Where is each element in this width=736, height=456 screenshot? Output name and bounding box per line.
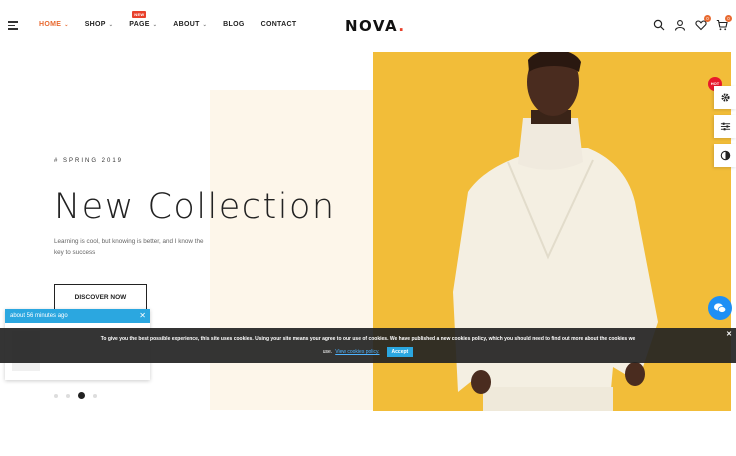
filter-button[interactable]: [714, 115, 736, 138]
nav-shop[interactable]: SHOP ⌄: [85, 21, 114, 28]
gear-icon: [720, 93, 730, 102]
chevron-down-icon: ⌄: [202, 21, 208, 28]
notification-time: about 56 minutes ago: [10, 313, 68, 319]
sliders-icon: [720, 122, 730, 131]
slider-dot[interactable]: [93, 393, 97, 398]
hero-description: Learning is cool, but knowing is better,…: [54, 238, 204, 256]
slider-pagination: [54, 392, 97, 399]
cookie-use-text: use.: [322, 349, 333, 355]
slider-dot-active[interactable]: [78, 392, 85, 399]
contrast-icon: [720, 150, 730, 161]
settings-button[interactable]: [714, 86, 736, 109]
chevron-down-icon: ⌄: [108, 21, 114, 28]
chat-icon: [714, 303, 727, 313]
nav-contact[interactable]: CONTACT: [261, 21, 297, 28]
chevron-down-icon: ⌄: [64, 21, 69, 28]
site-header: HOME ⌄ SHOP ⌄ NEW PAGE ⌄ ABOUT ⌄ BLOG CONTAC…: [0, 0, 736, 50]
wishlist-count: 0: [704, 15, 711, 22]
cart-icon[interactable]: 0: [716, 15, 732, 31]
slider-dot[interactable]: [66, 393, 70, 398]
menu-icon[interactable]: [8, 21, 18, 30]
contrast-button[interactable]: [714, 144, 736, 167]
slider-dot[interactable]: [54, 393, 58, 398]
cookie-message: To give you the best possible experience…: [100, 336, 636, 342]
cookie-actions: use. View cookies policy. Accept: [0, 347, 736, 357]
side-toolbar: [714, 86, 736, 173]
nav-home[interactable]: HOME ⌄: [39, 21, 69, 28]
site-logo[interactable]: NOVA.: [345, 17, 406, 35]
new-badge: NEW: [132, 11, 147, 18]
notification-header: about 56 minutes ago ✕: [5, 309, 150, 323]
nav-blog[interactable]: BLOG: [223, 21, 244, 28]
chat-button[interactable]: [708, 296, 732, 320]
nav-about[interactable]: ABOUT ⌄: [173, 21, 207, 28]
cookie-policy-link[interactable]: View cookies policy.: [335, 349, 379, 355]
hero-headline: New Collection: [54, 187, 336, 227]
close-icon[interactable]: ✕: [139, 311, 146, 320]
user-icon[interactable]: [674, 18, 686, 31]
cart-count: 0: [725, 15, 732, 22]
cookie-banner: ✕ To give you the best possible experien…: [0, 328, 736, 363]
accept-cookies-button[interactable]: Accept: [386, 347, 414, 357]
main-nav: HOME ⌄ SHOP ⌄ NEW PAGE ⌄ ABOUT ⌄ BLOG CONTAC…: [39, 11, 312, 28]
chevron-down-icon: ⌄: [152, 21, 158, 28]
wishlist-icon[interactable]: 0: [695, 15, 711, 31]
nav-page[interactable]: NEW PAGE ⌄: [129, 11, 158, 28]
header-actions: 0 0: [653, 15, 732, 31]
discover-now-button[interactable]: DISCOVER NOW: [54, 284, 147, 311]
hero-subtitle: # SPRING 2019: [54, 158, 124, 164]
search-icon[interactable]: [653, 18, 665, 31]
